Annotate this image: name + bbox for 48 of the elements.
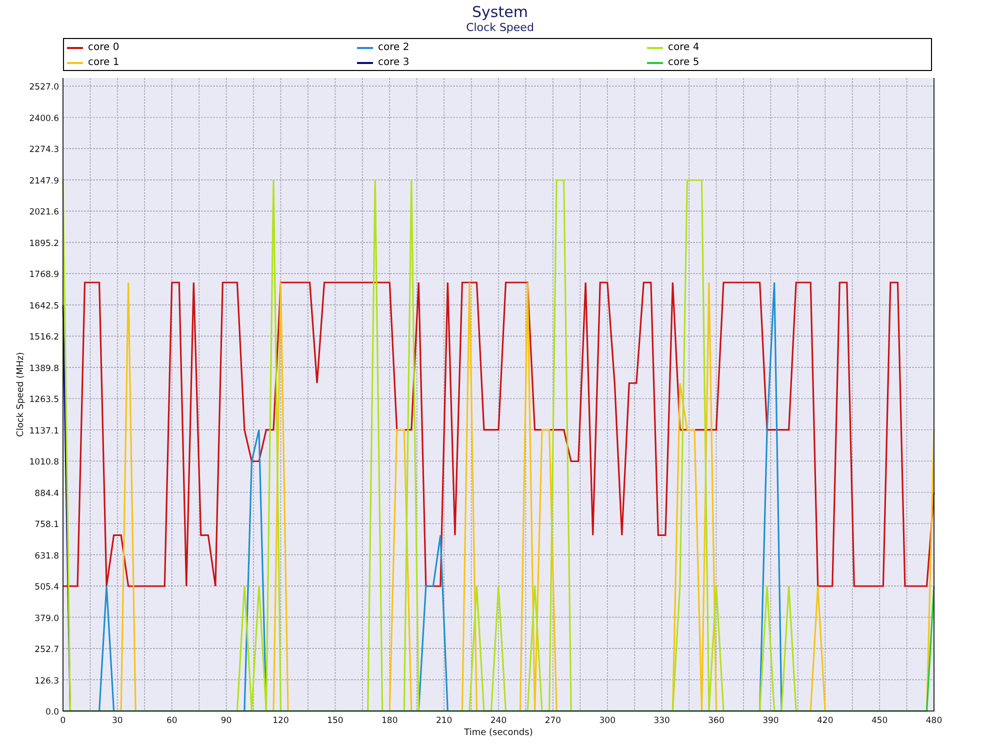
y-tick-label: 1263.5 [29, 395, 59, 406]
y-tick-label: 505.4 [34, 582, 59, 593]
y-tick-label: 2400.6 [29, 114, 59, 124]
y-tick-label: 252.7 [34, 645, 59, 656]
x-tick-label: 210 [436, 716, 452, 726]
y-tick-label: 758.1 [34, 520, 59, 530]
y-tick-label: 1768.9 [29, 270, 59, 280]
y-tick-label: 631.8 [34, 551, 59, 562]
legend-label: core 1 [88, 57, 120, 68]
legend-label: core 4 [668, 42, 700, 53]
y-tick-label: 1137.1 [29, 426, 59, 436]
y-tick-label: 126.3 [34, 676, 59, 686]
x-tick-label: 330 [654, 716, 670, 726]
x-tick-label: 180 [382, 716, 398, 726]
y-tick-label: 1642.5 [29, 301, 59, 312]
x-tick-label: 360 [708, 716, 724, 726]
y-tick-label: 379.0 [34, 614, 59, 624]
x-tick-label: 0 [60, 716, 66, 726]
legend-label: core 0 [88, 42, 120, 53]
x-tick-label: 120 [272, 716, 289, 726]
chart-subtitle: Clock Speed [466, 21, 534, 35]
y-tick-label: 884.4 [34, 488, 59, 499]
y-tick-label: 1516.2 [29, 332, 59, 343]
legend-label: core 3 [378, 57, 410, 68]
y-tick-label: 2527.0 [29, 82, 59, 93]
y-tick-label: 1389.8 [29, 364, 59, 374]
x-tick-label: 300 [599, 716, 616, 726]
y-tick-label: 1895.2 [29, 238, 59, 249]
y-tick-label: 0.0 [45, 708, 59, 718]
x-tick-label: 150 [327, 716, 344, 726]
x-tick-label: 390 [762, 716, 779, 726]
x-tick-label: 30 [112, 716, 123, 726]
y-tick-label: 2021.6 [29, 208, 59, 218]
x-tick-label: 270 [544, 716, 562, 726]
y-axis-title: Clock Speed (MHz) [16, 352, 26, 437]
x-axis-title: Time (seconds) [464, 728, 533, 738]
x-tick-label: 450 [871, 716, 888, 726]
x-tick-label: 60 [166, 716, 178, 726]
legend-label: core 5 [668, 57, 700, 68]
y-tick-label: 2274.3 [29, 145, 59, 156]
y-tick-label: 2147.9 [29, 176, 59, 186]
x-tick-label: 420 [817, 716, 834, 726]
legend-label: core 2 [378, 42, 410, 53]
y-tick-label: 1010.8 [29, 458, 59, 468]
x-tick-label: 240 [490, 716, 507, 726]
chart-title: System [472, 3, 528, 21]
x-tick-label: 90 [220, 716, 232, 726]
x-tick-label: 480 [926, 716, 942, 726]
